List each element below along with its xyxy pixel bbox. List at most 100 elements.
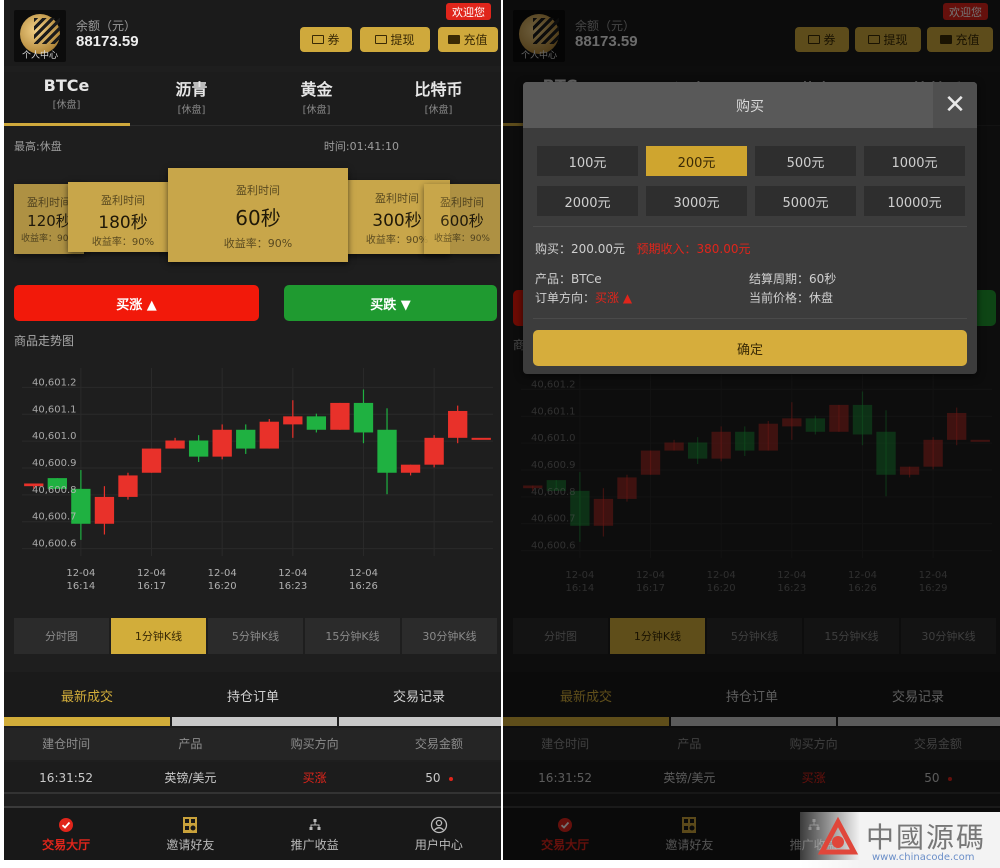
coupon-button[interactable]: 券 <box>300 27 352 52</box>
x-tick-label-date: 12-04 <box>137 568 166 579</box>
header: 个人中心 余额（元） 88173.59 券 提现 充值 欢迎您 <box>4 0 501 66</box>
candle-body <box>259 421 279 449</box>
nav-trading-hall[interactable]: 交易大厅 <box>4 808 128 860</box>
column-header: 购买方向 <box>290 737 339 751</box>
x-tick-label-time: 16:23 <box>278 581 307 592</box>
nav-promotion-earnings[interactable]: 推广收益 <box>253 808 377 860</box>
settlement-period-info: 结算周期：60秒 <box>749 270 836 287</box>
order-tab-latest[interactable]: 最新成交 <box>4 686 170 705</box>
price-value: 休盘 <box>809 291 834 305</box>
period-card[interactable]: 盈利时间 180秒 收益率：90% <box>68 182 178 252</box>
amount-option[interactable]: 100元 <box>537 146 638 176</box>
modal-title: 购买 <box>736 99 764 115</box>
period-card[interactable]: 盈利时间 600秒 收益率：90% <box>424 184 500 254</box>
x-tick-label-date: 12-04 <box>66 568 95 579</box>
product-tab-btce[interactable]: BTCe [休盘] <box>4 76 129 111</box>
product-name: 比特币 <box>414 80 463 99</box>
kline-tab[interactable]: 30分钟K线 <box>402 618 497 654</box>
product-name: 沥青 <box>175 80 208 99</box>
product-tab-bitcoin[interactable]: 比特币 [休盘] <box>376 76 501 116</box>
x-tick-label-time: 16:17 <box>137 581 166 592</box>
column-header: 产品 <box>178 737 203 751</box>
amount-option-selected[interactable]: 200元 <box>646 146 747 176</box>
watermark: 中國源碼 www.chinacode.com <box>800 812 1000 868</box>
period-card-label: 盈利时间 <box>440 196 484 209</box>
wallet-icon <box>375 35 388 44</box>
cell-amount: 50 <box>377 762 501 792</box>
avatar-label: 个人中心 <box>21 51 58 61</box>
expected-income-value: 380.00元 <box>696 242 751 256</box>
candle-body <box>94 496 115 524</box>
modal-divider <box>533 226 967 227</box>
product-status: [休盘] <box>52 100 81 111</box>
period-card-selected[interactable]: 盈利时间 60秒 收益率：90% <box>168 168 348 262</box>
withdraw-button[interactable]: 提现 <box>360 27 430 52</box>
current-price-info: 当前价格：休盘 <box>749 289 833 306</box>
order-tab-positions[interactable]: 持仓订单 <box>170 686 336 705</box>
purchase-summary: 购买：200.00元 预期收入：380.00元 <box>535 240 750 257</box>
candle-body <box>212 429 232 457</box>
card-icon <box>448 35 461 44</box>
product-info: 产品：BTCe <box>535 270 602 287</box>
amount-option[interactable]: 1000元 <box>864 146 965 176</box>
avatar[interactable]: 个人中心 <box>14 10 66 62</box>
y-tick-label: 40,601.1 <box>32 404 77 415</box>
product-tabs: BTCe [休盘] 沥青 [休盘] 黄金 [休盘] 比特币 [休盘] <box>4 72 501 126</box>
kline-tab[interactable]: 分时图 <box>14 618 109 654</box>
table-row[interactable]: 16:31:52 英镑/美元 买涨 50 <box>4 762 501 794</box>
coupon-button-label: 券 <box>327 33 340 47</box>
welcome-badge: 欢迎您 <box>446 3 491 20</box>
server-time: 时间:01:41:10 <box>323 140 399 153</box>
x-tick-label-date: 12-04 <box>278 568 307 579</box>
close-icon[interactable]: ✕ <box>933 82 977 128</box>
product-value: BTCe <box>571 272 602 286</box>
kline-tab[interactable]: 5分钟K线 <box>208 618 303 654</box>
nav-invite-friends[interactable]: 邀请好友 <box>128 808 252 860</box>
nav-label: 交易大厅 <box>42 838 91 852</box>
product-status: [休盘] <box>177 105 206 116</box>
confirm-button[interactable]: 确定 <box>533 330 967 366</box>
x-tick-label-time: 16:14 <box>66 581 95 592</box>
order-tab-indicator-active <box>4 717 170 726</box>
order-tab-indicator <box>172 717 337 726</box>
amount-option[interactable]: 500元 <box>755 146 856 176</box>
period-value: 60秒 <box>809 272 837 286</box>
amount-option[interactable]: 10000元 <box>864 186 965 216</box>
amount-option[interactable]: 5000元 <box>755 186 856 216</box>
buy-down-button[interactable]: 买跌 ▼ <box>284 285 497 321</box>
product-name: BTCe <box>43 76 90 95</box>
cell-product: 英镑/美元 <box>164 771 217 785</box>
candle-body <box>424 437 444 465</box>
amount-option[interactable]: 2000元 <box>537 186 638 216</box>
period-card-label: 盈利时间 <box>236 184 280 197</box>
order-tab-history[interactable]: 交易记录 <box>336 686 501 705</box>
active-tab-indicator <box>4 123 130 126</box>
user-icon <box>377 816 501 834</box>
modal-header: 购买 ✕ <box>523 82 977 128</box>
watermark-text: 中國源碼 <box>866 821 987 854</box>
amount-option[interactable]: 3000元 <box>646 186 747 216</box>
product-tab-asphalt[interactable]: 沥青 [休盘] <box>129 76 254 116</box>
buy-up-button[interactable]: 买涨 ▲ <box>14 285 259 321</box>
candle-body <box>188 440 209 457</box>
recharge-button[interactable]: 充值 <box>438 27 498 52</box>
watermark-logo-icon <box>817 816 859 855</box>
product-label: 产品： <box>535 272 572 286</box>
kline-tab[interactable]: 15分钟K线 <box>305 618 400 654</box>
product-tab-gold[interactable]: 黄金 [休盘] <box>254 76 379 116</box>
purchase-amount: 200.00元 <box>571 242 626 256</box>
period-card-rate: 收益率：90% <box>433 234 490 244</box>
ticket-icon <box>312 35 325 44</box>
product-name: 黄金 <box>300 80 333 99</box>
kline-tab[interactable]: 1分钟K线 <box>111 618 206 654</box>
candle-body <box>306 416 327 430</box>
bottom-nav: 交易大厅 邀请好友 推广收益 用户中心 <box>4 806 501 860</box>
watermark-url: www.chinacode.com <box>872 852 975 863</box>
nav-label: 推广收益 <box>290 838 339 852</box>
check-circle-icon <box>4 816 128 834</box>
trading-hall-screen: 个人中心 余额（元） 88173.59 券 提现 充值 欢迎您 BTCe [休盘… <box>4 0 501 860</box>
nav-user-center[interactable]: 用户中心 <box>377 808 501 860</box>
amount-options: 100元 200元 500元 1000元 2000元 3000元 5000元 1… <box>537 146 965 216</box>
balance-label: 余额（元） <box>76 19 137 33</box>
period-card-seconds: 600秒 <box>440 212 484 230</box>
